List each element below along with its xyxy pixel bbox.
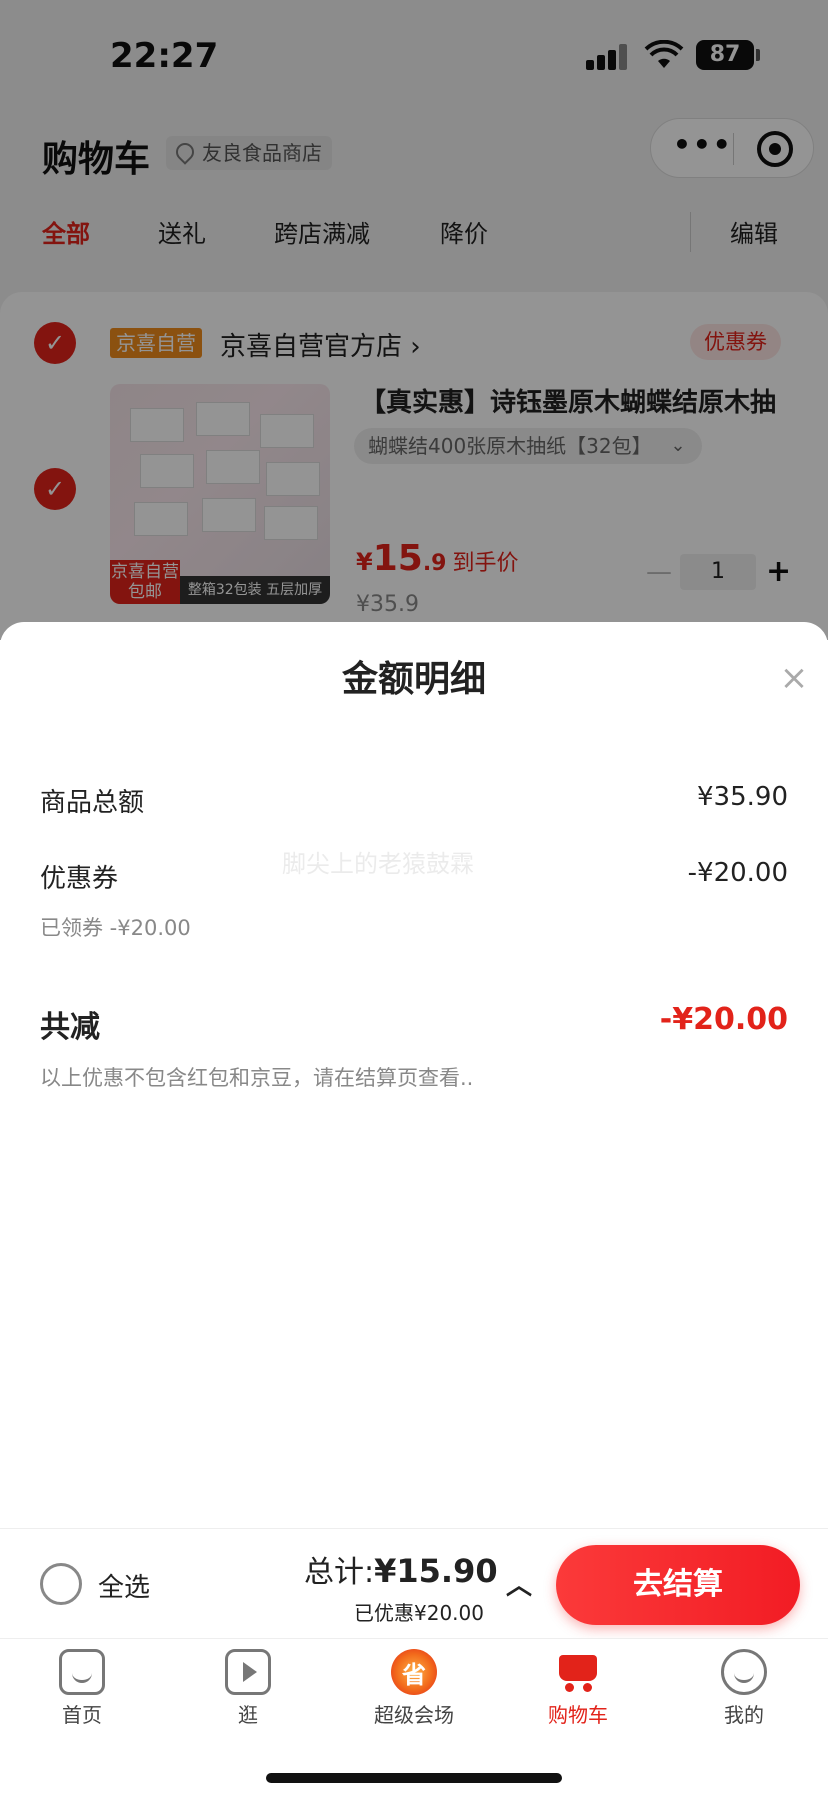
watermark: 脚尖上的老猿鼓霖: [282, 850, 474, 878]
home-indicator: [266, 1773, 562, 1783]
select-all-label[interactable]: 全选: [98, 1567, 150, 1604]
super-venue-icon: [391, 1649, 437, 1695]
nav-browse[interactable]: 逛: [188, 1649, 308, 1728]
modal-overlay[interactable]: [0, 0, 828, 640]
home-icon: [59, 1649, 105, 1695]
profile-icon: [721, 1649, 767, 1695]
discount-label: 共减: [40, 1010, 100, 1045]
select-all-radio[interactable]: [40, 1563, 82, 1605]
coupon-label: 优惠券: [40, 864, 119, 894]
saved-amount: 已优惠¥20.00: [354, 1601, 484, 1625]
nav-super-venue[interactable]: 超级会场: [354, 1649, 474, 1728]
checkout-button[interactable]: 去结算: [556, 1545, 800, 1625]
amount-detail-sheet: 金额明细 × 商品总额 ¥35.90 优惠券 -¥20.00 已领券 -¥20.…: [0, 622, 828, 1528]
cart-icon: [555, 1649, 601, 1695]
discount-footnote: 以上优惠不包含红包和京豆，请在结算页查看..: [40, 1066, 474, 1090]
nav-cart[interactable]: 购物车: [518, 1649, 638, 1728]
goods-total-label: 商品总额: [40, 788, 145, 818]
coupon-value: -¥20.00: [687, 858, 788, 888]
nav-home[interactable]: 首页: [22, 1649, 142, 1728]
video-icon: [225, 1649, 271, 1695]
coupon-note: 已领券 -¥20.00: [40, 916, 191, 940]
settlement-bar: 全选 总计:¥15.90 已优惠¥20.00 ︿ 去结算: [0, 1528, 828, 1638]
bottom-tab-bar: 首页 逛 超级会场 购物车 我的: [0, 1638, 828, 1795]
close-button[interactable]: ×: [774, 658, 814, 698]
discount-value: -¥20.00: [659, 1002, 788, 1037]
nav-profile[interactable]: 我的: [684, 1649, 804, 1728]
goods-total-value: ¥35.90: [697, 782, 788, 812]
sheet-title: 金额明细: [341, 659, 486, 700]
chevron-up-icon[interactable]: ︿: [506, 1565, 532, 1602]
total-amount: 总计:¥15.90: [304, 1552, 498, 1590]
